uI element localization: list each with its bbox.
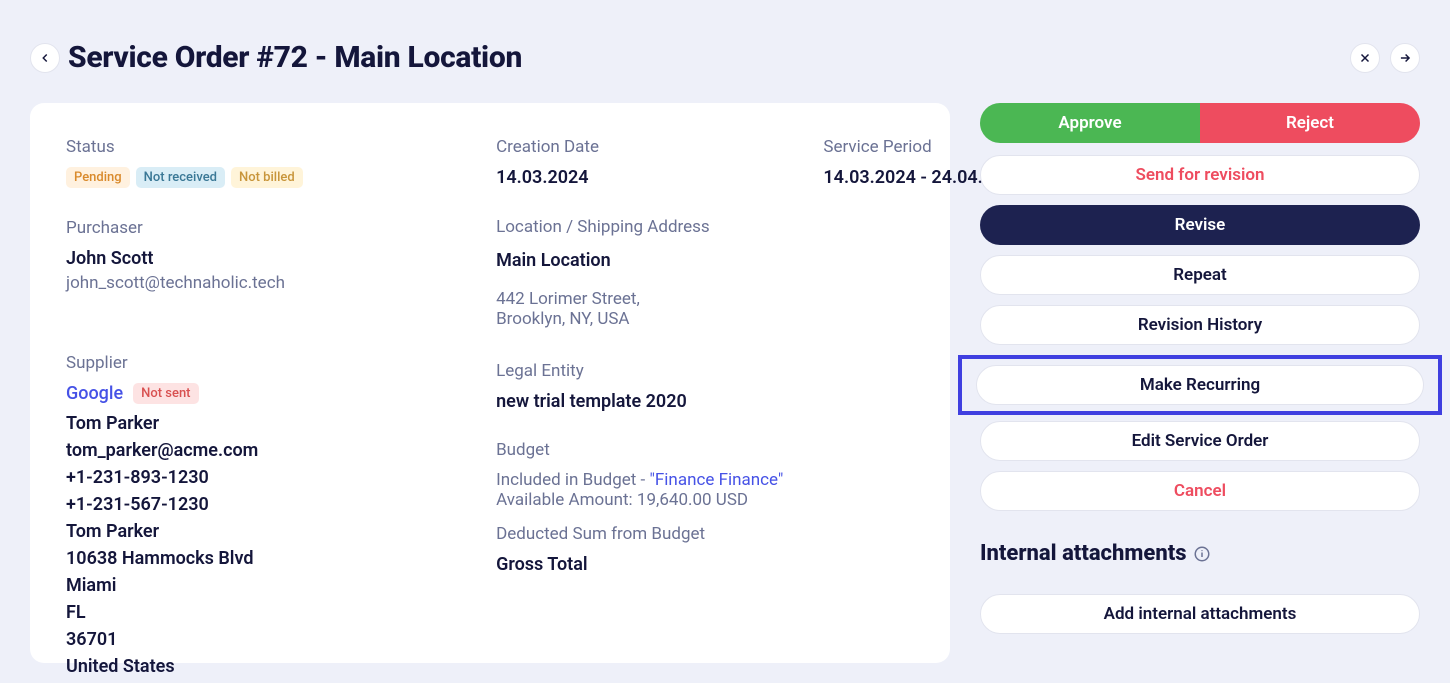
supplier-link[interactable]: Google — [66, 383, 123, 404]
status-badge: Pending — [66, 167, 130, 188]
add-internal-attachments-button[interactable]: Add internal attachments — [980, 594, 1420, 634]
legal-entity-label: Legal Entity — [496, 361, 783, 381]
status-badge: Not billed — [231, 167, 303, 188]
deducted-label: Deducted Sum from Budget — [496, 524, 783, 544]
purchaser-name: John Scott — [66, 248, 456, 269]
budget-link[interactable]: "Finance Finance" — [649, 470, 783, 490]
edit-service-order-button[interactable]: Edit Service Order — [980, 421, 1420, 461]
location-line1: 442 Lorimer Street, — [496, 289, 783, 309]
close-icon — [1358, 51, 1372, 65]
creation-date-value: 14.03.2024 — [496, 167, 783, 188]
budget-label: Budget — [496, 440, 783, 460]
highlighted-action: Make Recurring — [958, 355, 1442, 415]
info-icon — [1193, 545, 1211, 563]
approve-button[interactable]: Approve — [980, 103, 1200, 143]
creation-date-label: Creation Date — [496, 137, 783, 157]
purchaser-email: john_scott@technaholic.tech — [66, 273, 456, 293]
purchaser-label: Purchaser — [66, 218, 456, 238]
close-button[interactable] — [1350, 43, 1380, 73]
cancel-button[interactable]: Cancel — [980, 471, 1420, 511]
send-for-revision-button[interactable]: Send for revision — [980, 155, 1420, 195]
location-name: Main Location — [496, 250, 783, 271]
forward-button[interactable] — [1390, 43, 1420, 73]
supplier-label: Supplier — [66, 353, 456, 373]
location-line2: Brooklyn, NY, USA — [496, 309, 783, 329]
status-badge: Not received — [136, 167, 225, 188]
actions-sidebar: Approve Reject Send for revision Revise … — [980, 103, 1420, 663]
attachments-heading: Internal attachments — [980, 541, 1420, 566]
reject-button[interactable]: Reject — [1200, 103, 1420, 143]
arrow-left-icon — [38, 51, 52, 65]
revise-button[interactable]: Revise — [980, 205, 1420, 245]
arrow-right-icon — [1398, 51, 1412, 65]
budget-included: Included in Budget - "Finance Finance" — [496, 470, 783, 490]
budget-available: Available Amount: 19,640.00 USD — [496, 490, 783, 510]
supplier-details: Tom Parker tom_parker@acme.com +1-231-89… — [66, 410, 456, 680]
location-label: Location / Shipping Address — [496, 216, 783, 240]
back-button[interactable] — [30, 43, 60, 73]
page-title: Service Order #72 - Main Location — [68, 40, 522, 75]
revision-history-button[interactable]: Revision History — [980, 305, 1420, 345]
details-card: Status Pending Not received Not billed P… — [30, 103, 950, 663]
repeat-button[interactable]: Repeat — [980, 255, 1420, 295]
status-label: Status — [66, 137, 456, 157]
make-recurring-button[interactable]: Make Recurring — [976, 365, 1424, 405]
deducted-value: Gross Total — [496, 554, 783, 575]
legal-entity-value: new trial template 2020 — [496, 391, 783, 412]
supplier-status-badge: Not sent — [133, 383, 198, 404]
